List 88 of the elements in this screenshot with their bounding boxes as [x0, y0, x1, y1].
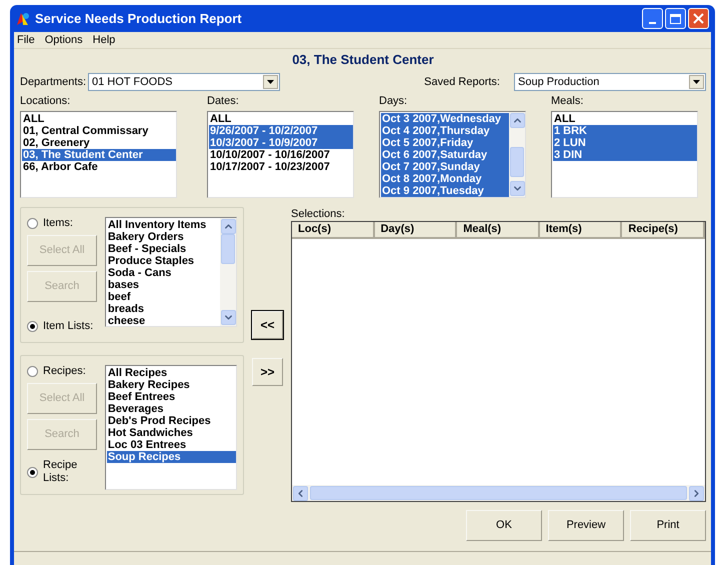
menu-item[interactable]: Options: [44, 32, 83, 48]
horizontal-scrollbar[interactable]: [292, 485, 705, 501]
list-item[interactable]: Oct 7 2007,Sunday: [381, 161, 509, 173]
list-item[interactable]: 01, Central Commissary: [22, 125, 176, 137]
list-item[interactable]: ALL: [553, 113, 697, 125]
scroll-up-icon[interactable]: [510, 113, 524, 128]
list-item[interactable]: Oct 3 2007,Wednesday: [381, 113, 509, 125]
radio-label: Recipe Lists:: [43, 459, 78, 485]
transfer-button[interactable]: <<: [252, 311, 283, 339]
list-item[interactable]: Bakery Recipes: [106, 379, 236, 391]
app-icon: [15, 10, 31, 26]
column-header[interactable]: Loc(s): [292, 222, 375, 239]
list-item[interactable]: breads: [106, 303, 220, 315]
minimize-icon[interactable]: [642, 8, 663, 29]
radio-label: Items:: [43, 217, 73, 230]
list-item[interactable]: Oct 6 2007,Saturday: [381, 149, 509, 161]
list-item[interactable]: Beef - Specials: [106, 243, 220, 255]
list-label: Dates:: [207, 94, 240, 108]
list-item[interactable]: Beef Entrees: [106, 391, 236, 403]
column-header[interactable]: Recipe(s): [622, 222, 705, 239]
list-item[interactable]: 3 DIN: [553, 149, 697, 161]
menu-item[interactable]: Help: [92, 32, 116, 48]
list-item[interactable]: bases: [106, 279, 220, 291]
column-header[interactable]: Item(s): [540, 222, 622, 239]
radio-button[interactable]: [27, 366, 38, 377]
list-item[interactable]: Hot Sandwiches: [106, 427, 236, 439]
dropdown[interactable]: 01 HOT FOODS: [88, 73, 280, 91]
scroll-thumb[interactable]: [510, 147, 524, 177]
list-item[interactable]: 1 BRK: [553, 125, 697, 137]
list-item[interactable]: Beverages: [106, 403, 236, 415]
radio-button[interactable]: [27, 466, 38, 478]
list-item[interactable]: 2 LUN: [553, 137, 697, 149]
list-item[interactable]: Soup Recipes: [106, 451, 236, 463]
list-item[interactable]: Oct 8 2007,Monday: [381, 173, 509, 185]
dropdown-value: Soup Production: [517, 74, 600, 90]
list-item[interactable]: 03, The Student Center: [22, 149, 176, 161]
scrollbar[interactable]: [509, 112, 525, 197]
dialog-button[interactable]: OK: [466, 510, 542, 541]
scroll-down-icon[interactable]: [510, 181, 524, 196]
maximize-icon[interactable]: [665, 8, 686, 29]
dropdown-value: 01 HOT FOODS: [91, 74, 174, 90]
radio-label: Recipes:: [43, 365, 86, 378]
field-label: Saved Reports:: [424, 74, 500, 90]
scrollbar[interactable]: [220, 218, 236, 326]
field-label: Departments:: [20, 74, 88, 90]
selections-label: Selections:: [291, 207, 346, 221]
scroll-down-icon[interactable]: [220, 310, 236, 325]
scroll-left-icon[interactable]: [293, 486, 308, 500]
list-item[interactable]: Soda - Cans: [106, 267, 220, 279]
close-icon[interactable]: [688, 8, 709, 29]
list-item[interactable]: All Recipes: [106, 367, 236, 379]
list-item[interactable]: Oct 5 2007,Friday: [381, 137, 509, 149]
scroll-thumb[interactable]: [221, 234, 235, 264]
list-item[interactable]: 10/17/2007 - 10/23/2007: [209, 161, 353, 173]
list-item[interactable]: 10/3/2007 - 10/9/2007: [209, 137, 353, 149]
list-item[interactable]: 10/10/2007 - 10/16/2007: [209, 149, 353, 161]
list-item[interactable]: Produce Staples: [106, 255, 220, 267]
location-heading: 03, The Student Center: [291, 51, 435, 69]
list-label: Locations:: [20, 94, 72, 108]
dropdown[interactable]: Soup Production: [514, 73, 706, 91]
list-item[interactable]: ALL: [209, 113, 353, 125]
scroll-thumb[interactable]: [310, 486, 687, 500]
menu-item[interactable]: File: [17, 32, 35, 48]
scroll-up-icon[interactable]: [220, 219, 236, 234]
list-item[interactable]: 66, Arbor Cafe: [22, 161, 176, 173]
column-header[interactable]: Meal(s): [457, 222, 540, 239]
column-header[interactable]: Day(s): [374, 222, 458, 239]
list-item[interactable]: Oct 9 2007,Tuesday: [381, 185, 509, 197]
list-label: Meals:: [551, 94, 584, 108]
list-label: Days:: [379, 94, 408, 108]
list-item[interactable]: Oct 4 2007,Thursday: [381, 125, 509, 137]
window-title: Service Needs Production Report: [35, 10, 243, 28]
scroll-right-icon[interactable]: [689, 486, 704, 500]
radio-button[interactable]: [27, 218, 38, 229]
dialog-button[interactable]: Print: [630, 510, 706, 541]
list-item[interactable]: Loc 03 Entrees: [106, 439, 236, 451]
list-item[interactable]: Deb's Prod Recipes: [106, 415, 236, 427]
dialog-button[interactable]: Preview: [548, 510, 624, 541]
radio-button[interactable]: [27, 321, 38, 332]
list-item[interactable]: All Inventory Items: [106, 219, 220, 231]
list-item[interactable]: ALL: [22, 113, 176, 125]
list-item[interactable]: 02, Greenery: [22, 137, 176, 149]
list-item[interactable]: Bakery Orders: [106, 231, 220, 243]
transfer-button[interactable]: >>: [252, 358, 283, 386]
radio-label: Item Lists:: [43, 320, 94, 333]
list-item[interactable]: beef: [106, 291, 220, 303]
list-item[interactable]: cheese: [106, 315, 220, 327]
list-item[interactable]: 9/26/2007 - 10/2/2007: [209, 125, 353, 137]
